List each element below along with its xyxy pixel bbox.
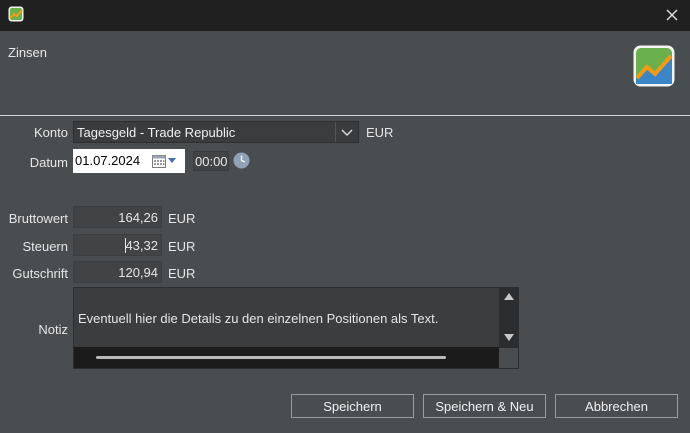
bruttowert-label: Bruttowert: [8, 211, 68, 226]
horizontal-scrollbar[interactable]: [74, 347, 499, 368]
close-icon[interactable]: [662, 5, 682, 25]
vertical-scrollbar[interactable]: [499, 288, 518, 348]
datum-label: Datum: [29, 155, 68, 170]
notiz-text: Eventuell hier die Details zu den einzel…: [78, 311, 439, 326]
chevron-down-icon[interactable]: [335, 122, 358, 142]
bruttowert-currency: EUR: [168, 211, 196, 226]
save-button[interactable]: Speichern: [291, 394, 414, 418]
app-logo-icon: [8, 6, 24, 22]
steuern-currency: EUR: [168, 239, 196, 254]
save-new-button[interactable]: Speichern & Neu: [423, 394, 546, 418]
gutschrift-currency: EUR: [168, 266, 196, 281]
clock-icon[interactable]: [233, 152, 250, 169]
scroll-down-icon[interactable]: [504, 334, 514, 341]
datum-value: 01.07.2024: [75, 153, 141, 168]
cancel-button[interactable]: Abbrechen: [555, 394, 678, 418]
horizontal-scroll-thumb[interactable]: [96, 356, 446, 359]
calendar-icon[interactable]: [152, 154, 166, 168]
title-bar: [0, 0, 690, 31]
konto-selected-value: Tagesgeld - Trade Republic: [77, 125, 236, 140]
steuern-label: Steuern: [22, 239, 68, 254]
date-dropdown-arrow-icon[interactable]: [168, 158, 176, 163]
datum-field[interactable]: 01.07.2024: [73, 149, 185, 173]
gutschrift-input[interactable]: 120,94: [73, 261, 162, 283]
dialog-header: [0, 31, 690, 115]
app-logo-icon: [633, 45, 675, 87]
header-separator: [0, 115, 690, 116]
time-field[interactable]: 00:00: [193, 151, 229, 171]
scrollbar-corner: [499, 348, 518, 368]
steuern-input[interactable]: 43,32: [73, 234, 162, 256]
konto-currency: EUR: [366, 125, 394, 140]
notiz-label: Notiz: [38, 322, 68, 337]
konto-label: Konto: [34, 125, 68, 140]
time-value: 00:00: [195, 154, 228, 169]
scroll-up-icon[interactable]: [504, 293, 514, 300]
bruttowert-input[interactable]: 164,26: [73, 206, 162, 228]
konto-select[interactable]: Tagesgeld - Trade Republic: [73, 121, 359, 143]
gutschrift-value: 120,94: [118, 265, 158, 280]
bruttowert-value: 164,26: [118, 210, 158, 225]
gutschrift-label: Gutschrift: [12, 266, 68, 281]
dialog-title: Zinsen: [8, 45, 48, 60]
steuern-value: 43,32: [125, 238, 158, 253]
